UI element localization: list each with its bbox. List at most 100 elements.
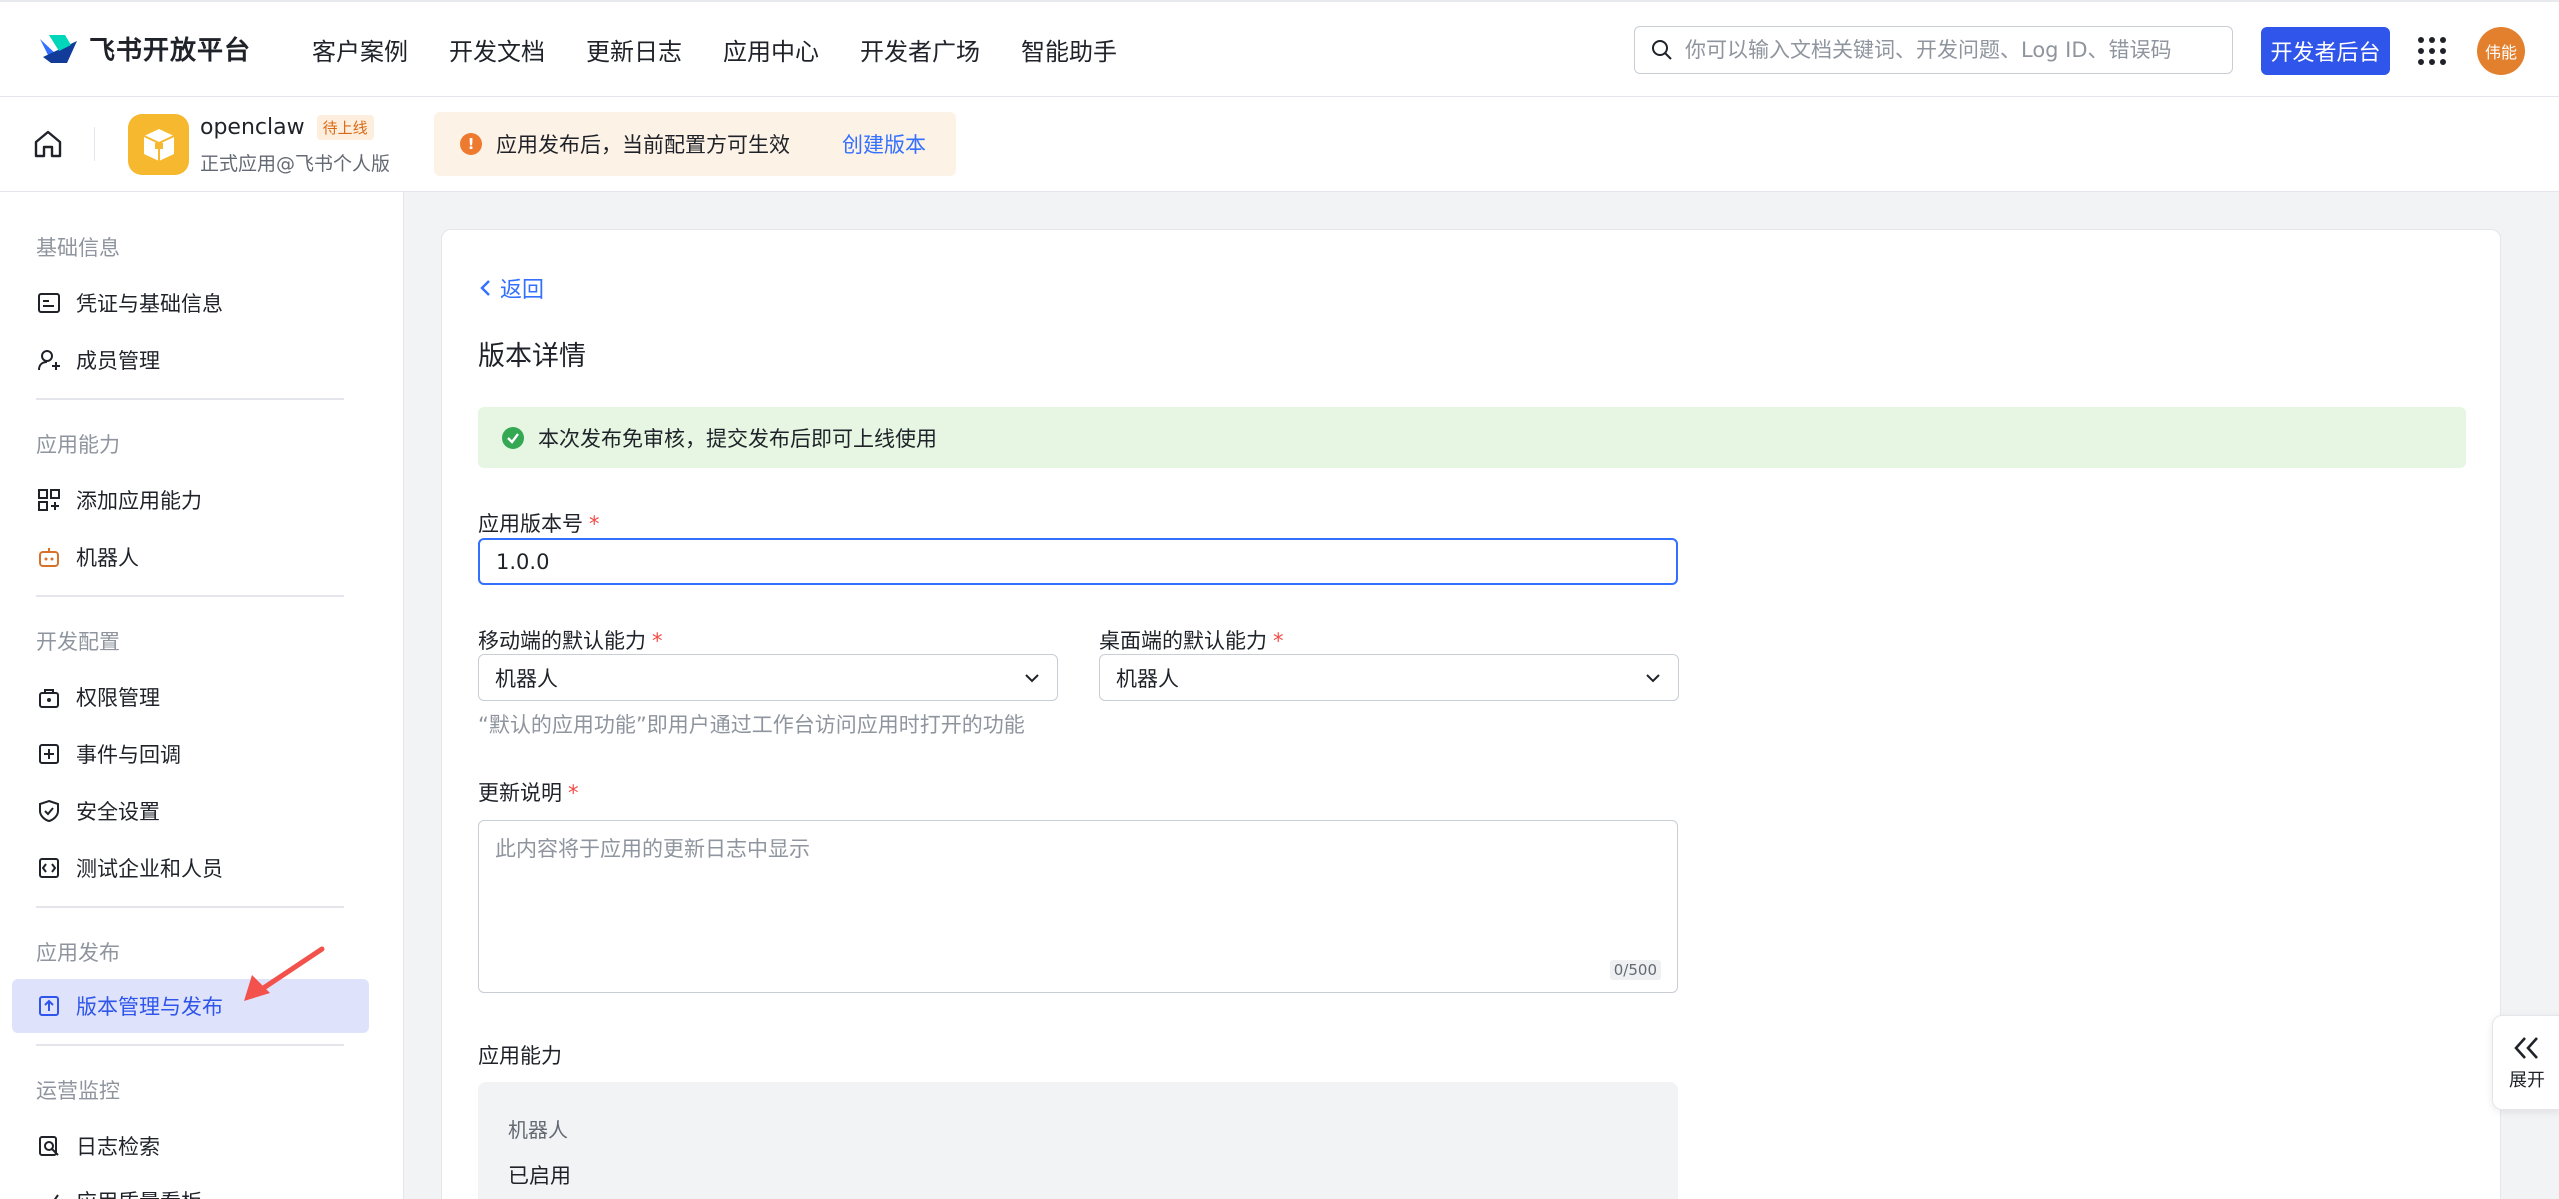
sidebar-item-quality-board[interactable]: 应用质量看板 [12,1174,369,1199]
desktop-default-label: 桌面端的默认能力 * [1099,629,1284,653]
brand-name: 飞书开放平台 [89,36,252,66]
sidebar-section-title: 应用发布 [36,941,120,965]
sidebar-section-title: 运营监控 [36,1079,120,1103]
sidebar-item-permissions[interactable]: 权限管理 [12,670,369,724]
add-user-icon [36,347,62,373]
check-circle-icon [502,426,524,449]
sidebar-item-label: 成员管理 [76,349,160,373]
top-navbar: 飞书开放平台 客户案例 开发文档 更新日志 应用中心 开发者广场 智能助手 开发… [0,0,2559,97]
sidebar-item-security[interactable]: 安全设置 [12,784,369,838]
nav-item-cases[interactable]: 客户案例 [312,32,408,67]
version-label: 应用版本号 * [478,512,600,536]
success-notice: 本次发布免审核，提交发布后即可上线使用 [478,407,2466,468]
app-icon [128,114,189,175]
upload-icon [36,993,62,1019]
update-notes-field: 0/500 [478,820,1678,993]
sidebar-item-label: 安全设置 [76,800,160,824]
chevron-left-icon [480,280,490,296]
plus-square-icon [36,741,62,767]
desktop-default-value: 机器人 [1116,666,1179,691]
status-badge: 待上线 [316,115,374,140]
expand-label: 展开 [2509,1069,2545,1091]
sidebar-item-label: 日志检索 [76,1135,160,1159]
nav-item-assistant[interactable]: 智能助手 [1021,32,1117,67]
shield-icon [36,798,62,824]
user-avatar[interactable]: 伟能 [2477,27,2525,75]
box-icon [143,128,174,161]
divider [94,127,95,161]
nav-item-app-center[interactable]: 应用中心 [723,32,819,67]
feishu-logo-icon [40,34,77,63]
developer-console-button[interactable]: 开发者后台 [2261,27,2390,75]
sidebar-item-log-search[interactable]: 日志检索 [12,1119,369,1173]
app-name: openclaw 待上线 [200,115,374,140]
sidebar-section-title: 应用能力 [36,433,120,457]
sidebar-item-credentials[interactable]: 凭证与基础信息 [12,276,369,330]
expand-panel-button[interactable]: 展开 [2492,1015,2559,1110]
back-label: 返回 [500,278,545,303]
search-icon [1652,40,1672,60]
robot-icon [36,544,62,570]
sidebar-divider [36,906,344,908]
notice-text: 应用发布后，当前配置方可生效 [496,133,790,157]
sidebar: 基础信息 凭证与基础信息 成员管理 应用能力 添加应用能力 机器人 开发配置 权… [0,192,404,1199]
char-counter: 0/500 [1609,960,1661,980]
app-name-text: openclaw [200,115,305,140]
app-header: openclaw 待上线 正式应用@飞书个人版 ! 应用发布后，当前配置方可生效… [0,97,2559,192]
id-card-icon [36,290,62,316]
ability-section-label: 应用能力 [478,1044,562,1068]
create-version-link[interactable]: 创建版本 [842,129,926,159]
sidebar-item-label: 凭证与基础信息 [76,292,223,316]
annotation-arrow-icon [244,946,325,1001]
ability-name: 机器人 [508,1118,568,1142]
home-icon[interactable] [32,128,64,160]
nav-item-docs[interactable]: 开发文档 [449,32,545,67]
search-input[interactable] [1685,38,2205,62]
sidebar-section-title: 开发配置 [36,630,120,654]
sidebar-item-label: 添加应用能力 [76,489,202,513]
sidebar-item-label: 测试企业和人员 [76,857,223,881]
sidebar-item-label: 版本管理与发布 [76,995,223,1019]
version-input[interactable] [478,538,1678,585]
sidebar-item-events[interactable]: 事件与回调 [12,727,369,781]
version-detail-card: 返回 版本详情 本次发布免审核，提交发布后即可上线使用 应用版本号* 移动端的默… [441,229,2501,1199]
success-text: 本次发布免审核，提交发布后即可上线使用 [538,426,937,451]
update-notes-label: 更新说明 * [478,781,579,805]
publish-notice: ! 应用发布后，当前配置方可生效 创建版本 [434,112,956,176]
back-link[interactable]: 返回 [478,272,544,304]
ability-status: 已启用 [508,1164,571,1188]
code-icon [36,855,62,881]
page-title: 版本详情 [478,341,586,372]
sidebar-section-title: 基础信息 [36,236,120,260]
sidebar-item-bot[interactable]: 机器人 [12,530,369,584]
sidebar-item-members[interactable]: 成员管理 [12,333,369,387]
nav-item-changelog[interactable]: 更新日志 [586,32,682,67]
sidebar-item-label: 机器人 [76,546,139,570]
mobile-default-select[interactable]: 机器人 [478,654,1058,701]
grid-add-icon [36,487,62,513]
apps-grid-icon[interactable] [2418,37,2446,65]
search-box [1634,26,2233,74]
double-chevron-left-icon [2514,1036,2538,1059]
default-ability-hint: “默认的应用功能”即用户通过工作台访问应用时打开的功能 [478,713,1025,737]
sidebar-divider [36,398,344,400]
mobile-default-label: 移动端的默认能力 * [478,629,663,653]
mobile-default-value: 机器人 [495,666,558,691]
app-subtitle: 正式应用@飞书个人版 [200,153,391,175]
log-search-icon [36,1133,62,1159]
brand-logo[interactable]: 飞书开放平台 [37,30,251,67]
chart-icon [36,1188,62,1199]
ability-box: 机器人 已启用 [478,1082,1678,1199]
sidebar-item-add-capability[interactable]: 添加应用能力 [12,473,369,527]
sidebar-item-label: 应用质量看板 [76,1186,202,1199]
sidebar-divider [36,1044,344,1046]
warning-icon: ! [460,133,482,155]
sidebar-item-label: 事件与回调 [76,743,181,767]
chevron-down-icon [1646,673,1660,682]
lock-icon [36,684,62,710]
desktop-default-select[interactable]: 机器人 [1099,654,1679,701]
sidebar-item-test-tenants[interactable]: 测试企业和人员 [12,841,369,895]
update-notes-textarea[interactable] [479,821,1677,992]
nav-item-dev-square[interactable]: 开发者广场 [860,32,980,67]
main-nav: 客户案例 开发文档 更新日志 应用中心 开发者广场 智能助手 [312,32,1158,67]
